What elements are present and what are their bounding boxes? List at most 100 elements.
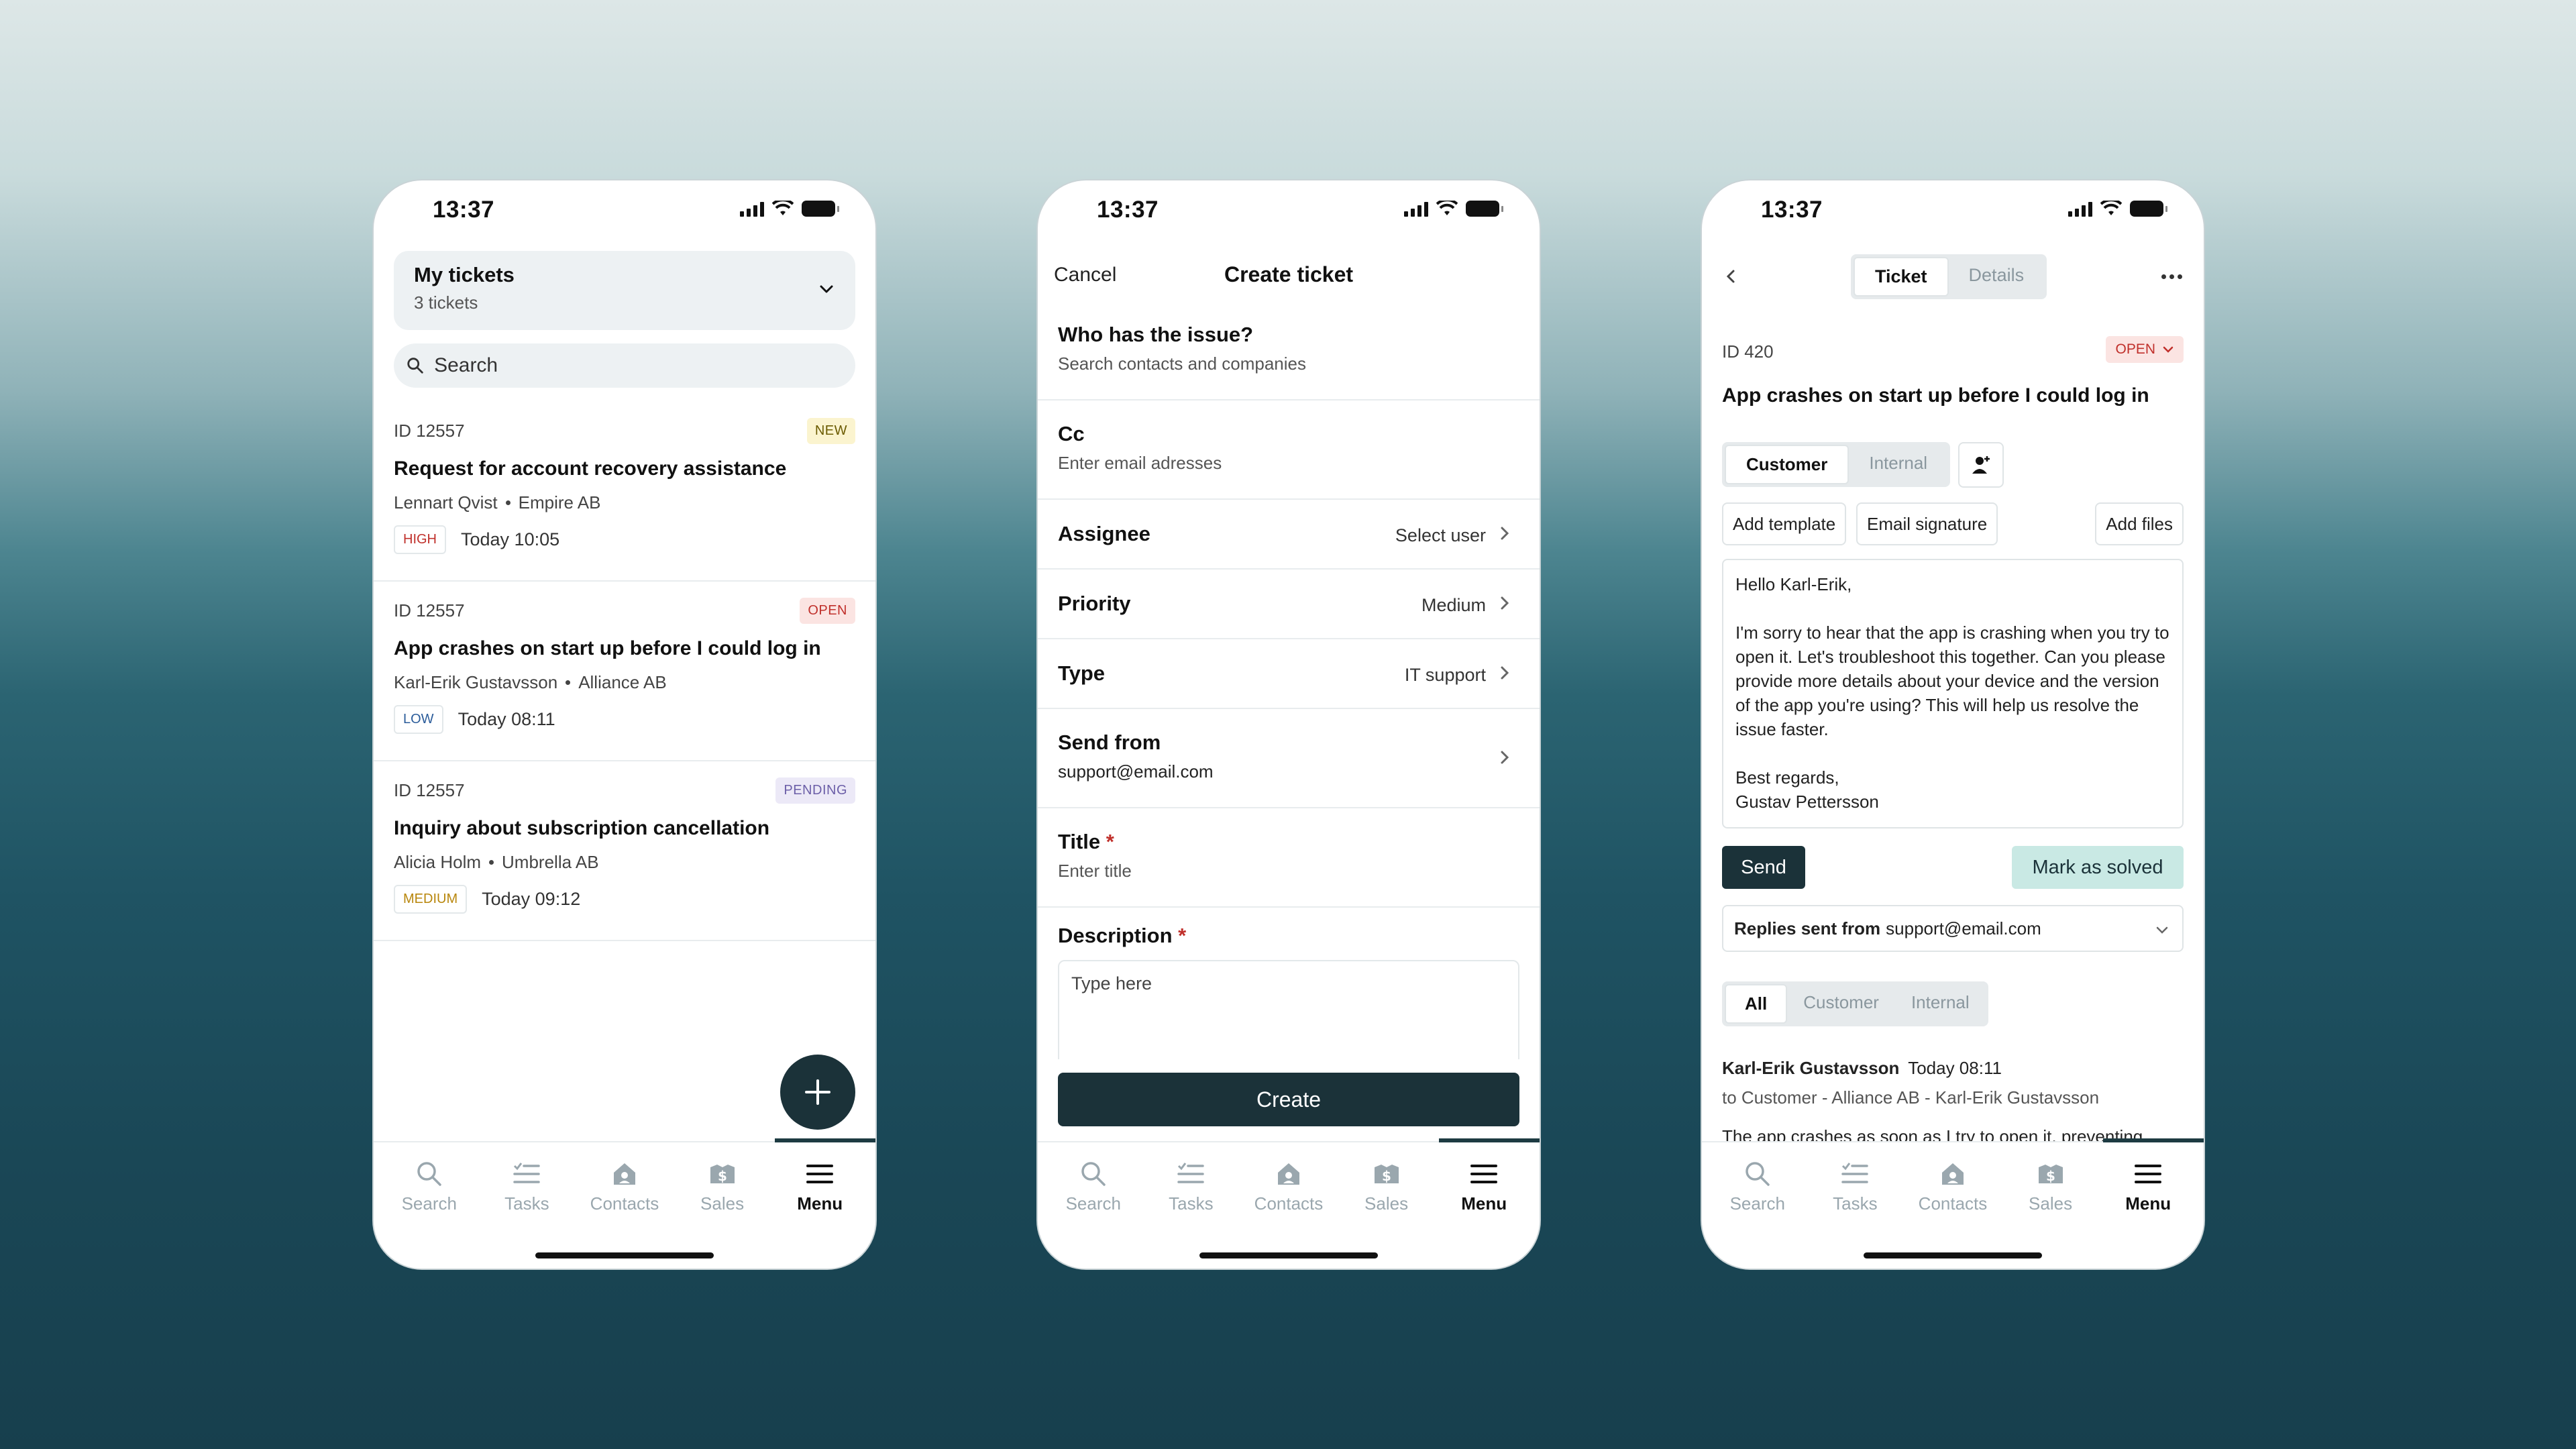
tab-ticket[interactable]: Ticket (1854, 257, 1949, 297)
ticket-list: ID 12557 NEW Request for account recover… (374, 402, 875, 941)
message-author: Karl-Erik Gustavsson (1722, 1058, 1900, 1078)
wifi-icon (772, 201, 794, 215)
nav-item-search[interactable]: Search (1711, 1157, 1805, 1214)
back-arrow-icon[interactable] (1721, 266, 1741, 286)
reply-compose-box[interactable]: Hello Karl-Erik, I'm sorry to hear that … (1722, 559, 2184, 828)
add-ticket-button[interactable] (780, 1055, 855, 1130)
ticket-time: Today 09:12 (482, 889, 581, 909)
mark-solved-button[interactable]: Mark as solved (2012, 846, 2184, 889)
more-options-icon[interactable] (2161, 274, 2182, 279)
nav-label: Tasks (1169, 1193, 1214, 1214)
bottom-nav: Search Tasks Contacts $ Sales Menu (1702, 1138, 2204, 1269)
create-button[interactable]: Create (1058, 1073, 1519, 1126)
filter-internal[interactable]: Internal (1895, 984, 1986, 1024)
add-recipient-button[interactable] (1958, 442, 2004, 488)
contacts-icon (1277, 1163, 1299, 1185)
svg-text:$: $ (1382, 1168, 1391, 1184)
signal-icon (1404, 201, 1428, 217)
required-mark: * (1178, 924, 1187, 947)
add-template-button[interactable]: Add template (1722, 502, 1847, 545)
assignee-field[interactable]: Assignee Select user (1038, 500, 1540, 570)
separator-dot (566, 680, 571, 685)
compose-closing: Best regards, (1735, 767, 1839, 788)
type-field[interactable]: Type IT support (1038, 639, 1540, 709)
nav-label: Contacts (590, 1193, 659, 1214)
ticket-card[interactable]: ID 12557 OPEN App crashes on start up be… (374, 582, 875, 761)
compose-greeting: Hello Karl-Erik, (1735, 574, 1852, 594)
search-icon (407, 358, 423, 374)
title-field[interactable]: Title * Enter title (1038, 808, 1540, 908)
priority-badge: HIGH (394, 525, 446, 554)
status-dropdown[interactable]: OPEN (2106, 336, 2184, 363)
nav-active-indicator (1439, 1138, 1540, 1142)
status-badge: NEW (806, 418, 855, 444)
required-mark: * (1106, 830, 1114, 853)
nav-item-menu[interactable]: Menu (773, 1157, 867, 1214)
nav-active-indicator (775, 1138, 875, 1142)
create-form: Who has the issue? Search contacts and c… (1038, 301, 1540, 1074)
send-from-field[interactable]: Send from support@email.com (1038, 709, 1540, 808)
nav-item-search[interactable]: Search (1046, 1157, 1140, 1214)
priority-badge: LOW (394, 705, 443, 734)
nav-label: Menu (1461, 1193, 1507, 1214)
nav-item-tasks[interactable]: Tasks (1808, 1157, 1902, 1214)
type-label: Type (1058, 661, 1106, 685)
description-input[interactable] (1071, 973, 1506, 1061)
search-input[interactable] (434, 354, 843, 377)
priority-field[interactable]: Priority Medium (1038, 570, 1540, 639)
contacts-icon (1941, 1163, 1964, 1185)
sales-icon: $ (710, 1165, 735, 1184)
contacts-icon (613, 1163, 635, 1185)
tab-details[interactable]: Details (1949, 257, 2045, 297)
nav-label: Sales (1364, 1193, 1409, 1214)
type-value: IT support (1404, 665, 1486, 685)
cc-placeholder: Enter email adresses (1058, 453, 1222, 473)
ticket-card[interactable]: ID 12557 NEW Request for account recover… (374, 402, 875, 582)
email-signature-button[interactable]: Email signature (1856, 502, 1998, 545)
nav-label: Menu (2125, 1193, 2171, 1214)
nav-item-tasks[interactable]: Tasks (480, 1157, 574, 1214)
create-footer: Create (1038, 1059, 1540, 1141)
filter-customer[interactable]: Customer (1787, 984, 1895, 1024)
nav-item-contacts[interactable]: Contacts (1242, 1157, 1336, 1214)
priority-value: Medium (1421, 595, 1486, 615)
nav-item-sales[interactable]: $ Sales (2004, 1157, 2098, 1214)
signal-icon (2068, 201, 2092, 217)
nav-item-sales[interactable]: $ Sales (1340, 1157, 1434, 1214)
nav-label: Search (1729, 1193, 1785, 1214)
search-bar[interactable] (394, 343, 855, 388)
nav-item-contacts[interactable]: Contacts (578, 1157, 672, 1214)
priority-label: Priority (1058, 592, 1131, 615)
nav-item-search[interactable]: Search (382, 1157, 476, 1214)
home-indicator (535, 1252, 714, 1258)
assignee-label: Assignee (1058, 522, 1150, 545)
cc-field[interactable]: Cc Enter email adresses (1038, 400, 1540, 500)
filter-all[interactable]: All (1725, 984, 1788, 1024)
battery-icon (802, 201, 839, 217)
nav-item-contacts[interactable]: Contacts (1906, 1157, 2000, 1214)
reply-internal-option[interactable]: Internal (1849, 445, 1947, 484)
nav-item-menu[interactable]: Menu (2101, 1157, 2195, 1214)
nav-label: Search (1065, 1193, 1121, 1214)
who-field[interactable]: Who has the issue? Search contacts and c… (1038, 301, 1540, 400)
person-add-icon (1972, 456, 1990, 474)
tasks-icon (513, 1163, 541, 1183)
chevron-down-icon (2163, 346, 2174, 353)
ticket-id: ID 12557 (394, 600, 465, 621)
send-button[interactable]: Send (1722, 846, 1805, 889)
reply-customer-option[interactable]: Customer (1725, 445, 1849, 484)
assignee-value: Select user (1395, 525, 1486, 545)
ticket-card[interactable]: ID 12557 PENDING Inquiry about subscript… (374, 761, 875, 941)
nav-item-menu[interactable]: Menu (1437, 1157, 1531, 1214)
add-files-button[interactable]: Add files (2095, 502, 2184, 545)
replies-from-select[interactable]: Replies sent from support@email.com (1722, 905, 2184, 952)
ticket-id: ID 12557 (394, 421, 465, 441)
ticket-filter-dropdown[interactable]: My tickets 3 tickets (394, 251, 855, 330)
ticket-title: Request for account recovery assistance (394, 458, 787, 480)
ticket-contact: Alicia Holm (394, 852, 482, 872)
status-time: 13:37 (433, 197, 495, 223)
nav-item-sales[interactable]: $ Sales (676, 1157, 769, 1214)
nav-item-tasks[interactable]: Tasks (1144, 1157, 1238, 1214)
svg-text:$: $ (718, 1168, 727, 1184)
nav-label: Tasks (1833, 1193, 1878, 1214)
